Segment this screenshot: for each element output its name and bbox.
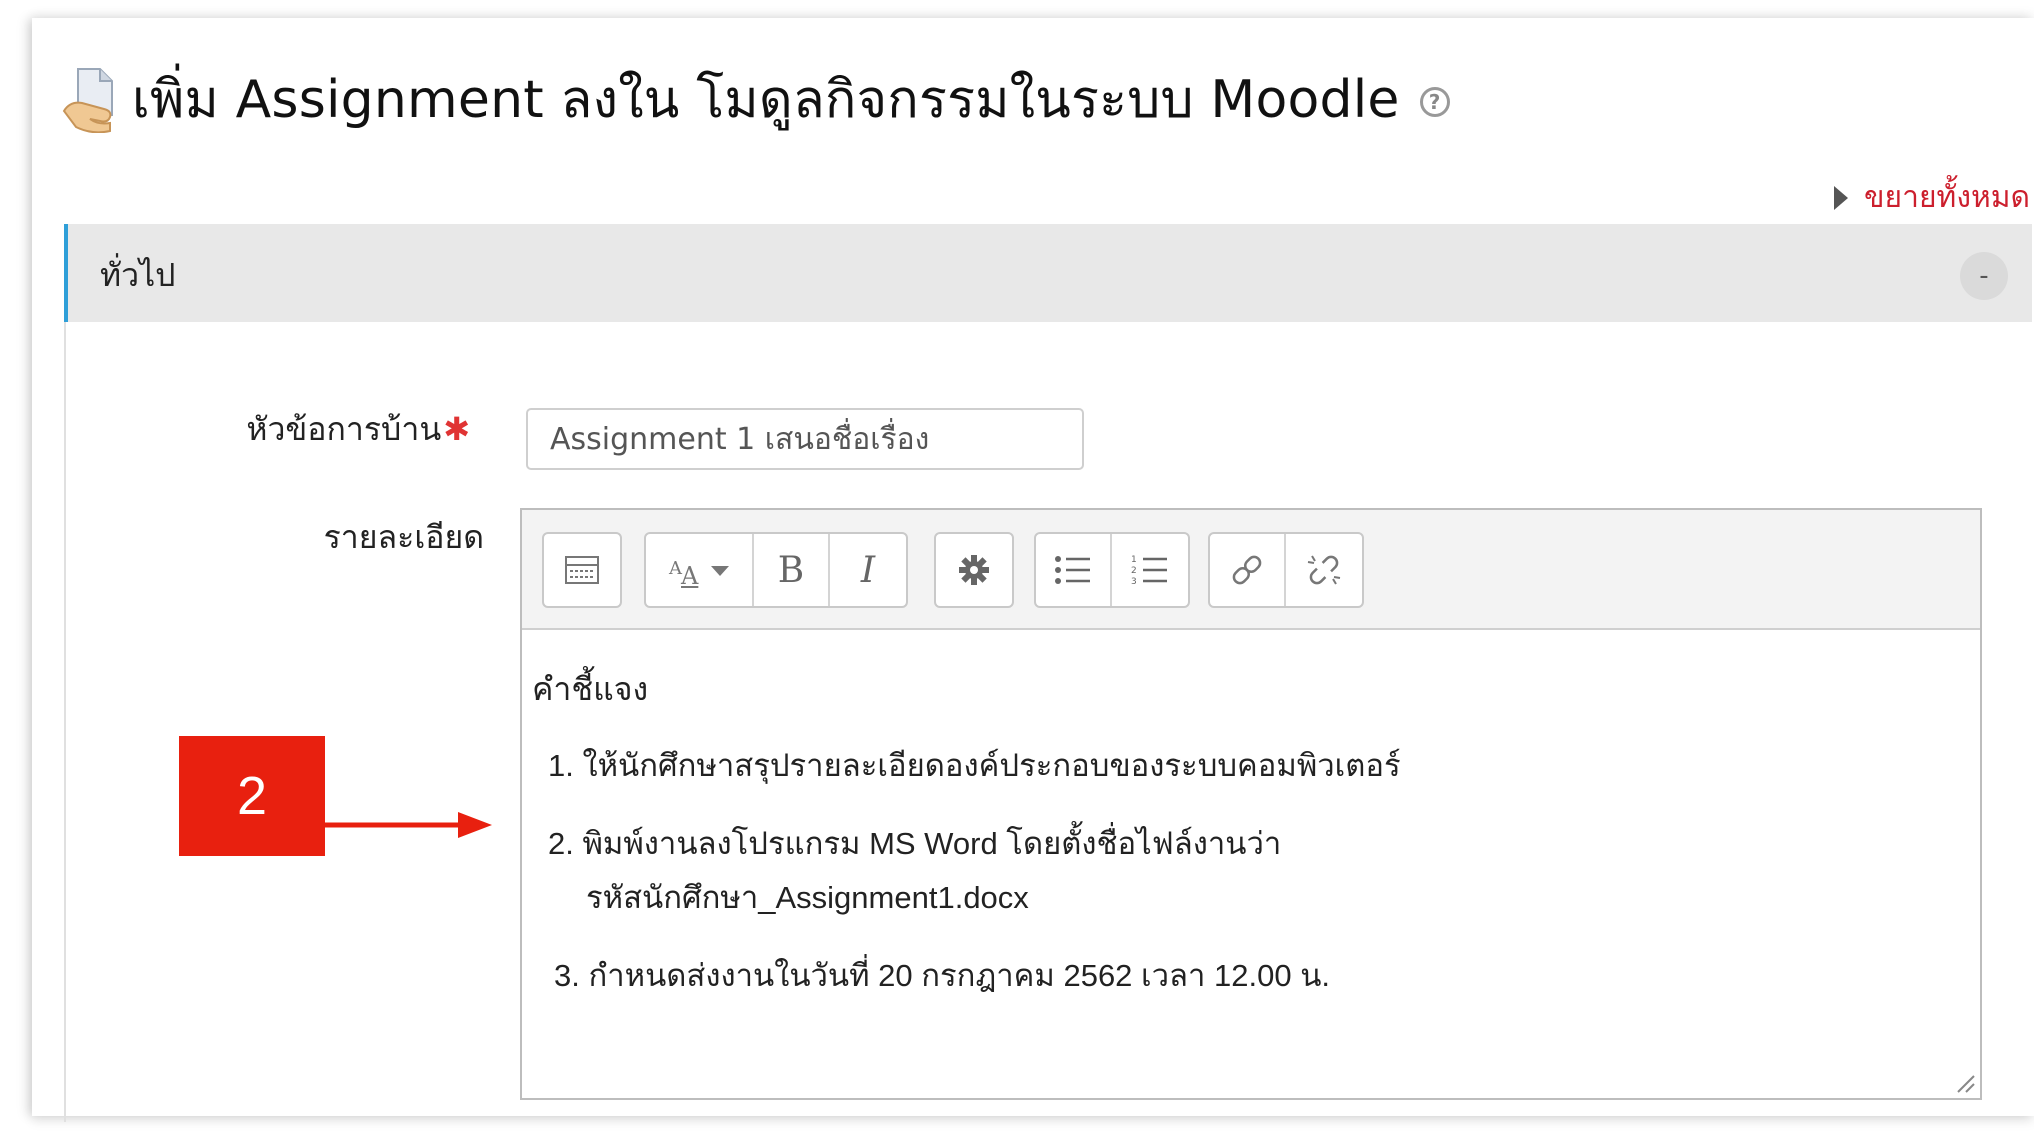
- ordered-list-icon: 1 2 3: [1131, 555, 1167, 587]
- toolbar-group-lists: 1 2 3: [1034, 532, 1190, 608]
- assignment-name-input[interactable]: [526, 408, 1084, 470]
- description-label: รายละเอียด: [323, 518, 484, 556]
- assignment-icon: [62, 68, 113, 133]
- font-style-icon: A A: [668, 558, 729, 588]
- instruction-item-3: 3. กำหนดส่งงานในวันที่ 20 กรกฎาคม 2562 เ…: [554, 958, 1331, 993]
- editor-content[interactable]: คำชี้แจง 1. ให้นักศึกษาสรุปรายละเอียดองค…: [522, 630, 1980, 1098]
- help-icon[interactable]: ?: [1419, 87, 1450, 117]
- toolbar-group-settings: [934, 532, 1014, 608]
- page-title: เพิ่ม Assignment ลงใน โมดูลกิจกรรมในระบบ…: [62, 58, 1450, 138]
- expand-all-label: ขยายทั้งหมด: [1864, 180, 2030, 215]
- description-editor[interactable]: A A B I 1 2 3 คำชี้แจง 1. ให้นักศึกษาสรุ…: [520, 508, 1982, 1100]
- toolbar-group-links: [1208, 532, 1364, 608]
- unlink-button[interactable]: [1286, 534, 1362, 606]
- toggle-toolbar-button[interactable]: [544, 534, 620, 606]
- link-button[interactable]: [1210, 534, 1286, 606]
- unordered-list-button[interactable]: [1036, 534, 1112, 606]
- unordered-list-icon: [1055, 556, 1090, 584]
- resize-handle-icon[interactable]: [1954, 1072, 1976, 1094]
- collapse-button[interactable]: -: [1960, 252, 2008, 300]
- section-header-general[interactable]: ทั่วไป -: [64, 224, 2032, 322]
- italic-icon: I: [860, 549, 876, 591]
- toolbar-group-toggle: [542, 532, 622, 608]
- toggle-toolbar-icon: [565, 556, 599, 584]
- instruction-item-2: 2. พิมพ์งานลงโปรแกรม MS Word โดยตั้งชื่อ…: [548, 826, 1282, 861]
- section-title: ทั่วไป: [100, 256, 176, 294]
- annotation-arrow-icon: [324, 812, 492, 838]
- svg-text:1: 1: [1131, 555, 1137, 565]
- expand-all-link[interactable]: ขยายทั้งหมด: [1834, 174, 2030, 221]
- settings-button[interactable]: [936, 534, 1012, 606]
- step-number-badge: 2: [179, 736, 325, 856]
- link-icon: [1232, 555, 1262, 585]
- instruction-item-1: 1. ให้นักศึกษาสรุปรายละเอียดองค์ประกอบขอ…: [548, 748, 1401, 783]
- ordered-list-button[interactable]: 1 2 3: [1112, 534, 1188, 606]
- svg-text:A: A: [680, 562, 699, 588]
- editor-toolbar: A A B I 1 2 3: [522, 510, 1980, 630]
- toolbar-group-text: A A B I: [644, 532, 908, 608]
- assignment-name-label: หัวข้อการบ้าน✱: [246, 404, 470, 455]
- unlink-icon: [1307, 555, 1341, 585]
- bold-button[interactable]: B: [754, 534, 830, 606]
- triangle-right-icon: [1834, 185, 1849, 210]
- instructions-heading: คำชี้แจง: [532, 671, 649, 707]
- required-icon: ✱: [443, 410, 470, 448]
- page-title-text: เพิ่ม Assignment ลงใน โมดูลกิจกรรมในระบบ…: [132, 69, 1400, 130]
- svg-text:2: 2: [1131, 566, 1137, 576]
- svg-text:3: 3: [1131, 577, 1137, 587]
- instruction-item-2-continued: รหัสนักศึกษา_Assignment1.docx: [586, 880, 1029, 915]
- bold-icon: B: [777, 549, 805, 591]
- settings-gear-icon: [959, 555, 989, 585]
- font-style-button[interactable]: A A: [646, 534, 754, 606]
- italic-button[interactable]: I: [830, 534, 906, 606]
- assignment-name-label-text: หัวข้อการบ้าน: [246, 410, 442, 448]
